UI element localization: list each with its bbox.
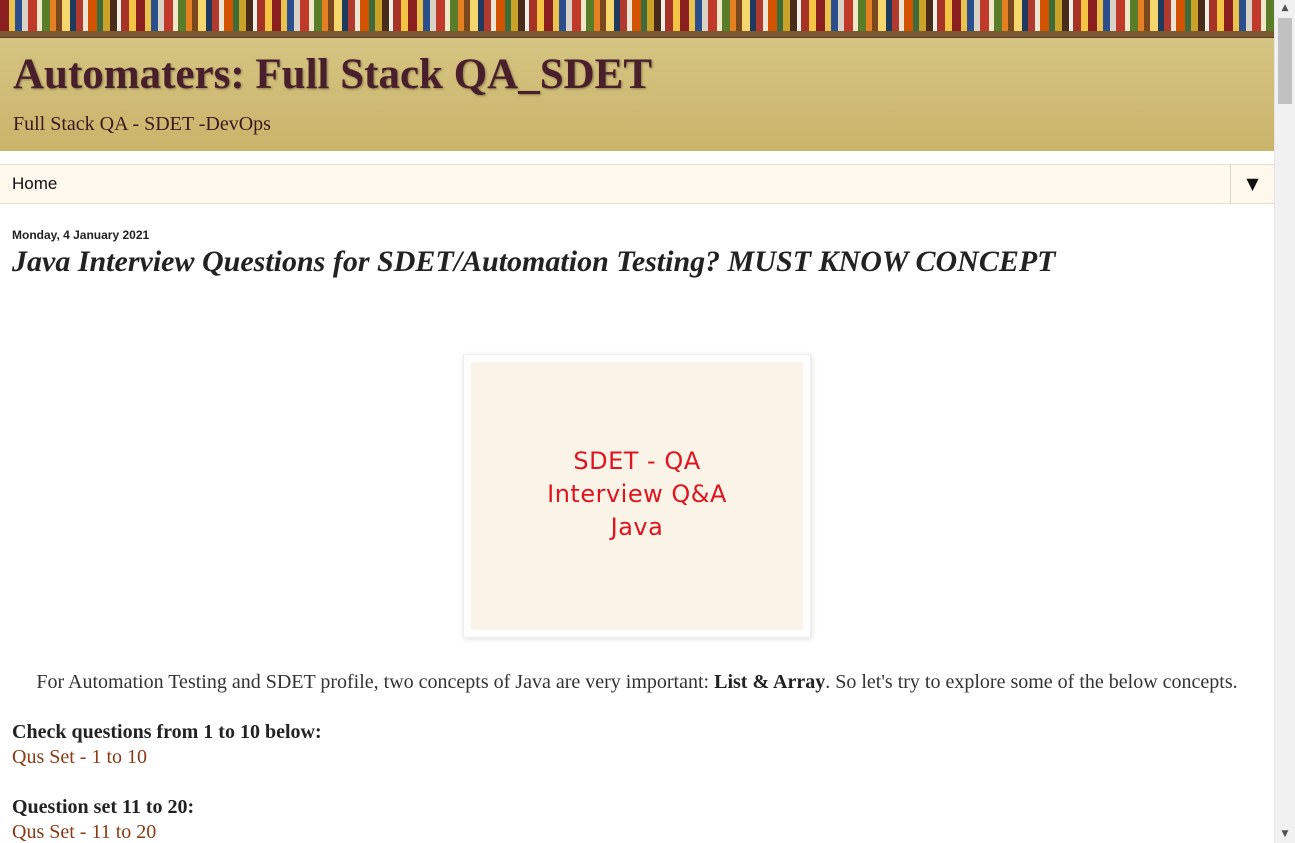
nav-dropdown-icon[interactable]: ▼	[1230, 165, 1274, 203]
question-set-link[interactable]: Qus Set - 11 to 20	[12, 821, 156, 843]
nav-bar: Home ▼	[0, 164, 1274, 204]
question-section-2: Question set 11 to 20: Qus Set - 11 to 2…	[12, 795, 194, 843]
image-line-2: Interview Q&A	[547, 479, 727, 508]
intro-text-start: For Automation Testing and SDET profile,…	[36, 671, 715, 693]
blog-page: Automaters: Full Stack QA_SDET Full Stac…	[0, 0, 1274, 843]
question-section-1: Check questions from 1 to 10 below: Qus …	[12, 720, 322, 770]
scrollbar-thumb[interactable]	[1278, 18, 1292, 104]
post-title[interactable]: Java Interview Questions for SDET/Automa…	[12, 242, 1056, 282]
blog-header: Automaters: Full Stack QA_SDET Full Stac…	[0, 38, 1274, 151]
intro-text-end: . So let's try to explore some of the be…	[825, 671, 1238, 693]
header-books-banner	[0, 0, 1274, 38]
nav-home-link[interactable]: Home	[12, 165, 57, 203]
blog-description: Full Stack QA - SDET -DevOps	[13, 113, 271, 135]
scroll-down-icon[interactable]: ▼	[1275, 826, 1295, 843]
image-line-1: SDET - QA	[573, 446, 701, 475]
question-set-link[interactable]: Qus Set - 1 to 10	[12, 746, 147, 768]
scroll-up-icon[interactable]: ▲	[1275, 0, 1295, 17]
intro-bold-text: List & Array	[714, 671, 826, 693]
section-heading: Check questions from 1 to 10 below:	[12, 721, 322, 743]
featured-image-text: SDET - QA Interview Q&A Java	[547, 445, 727, 544]
post-featured-image[interactable]: SDET - QA Interview Q&A Java	[463, 354, 811, 638]
post-date: Monday, 4 January 2021	[12, 228, 150, 242]
blog-title[interactable]: Automaters: Full Stack QA_SDET	[13, 50, 1274, 100]
section-heading: Question set 11 to 20:	[12, 796, 195, 818]
post-intro-paragraph: For Automation Testing and SDET profile,…	[12, 670, 1262, 695]
vertical-scrollbar[interactable]: ▲ ▼	[1274, 0, 1295, 843]
featured-image-canvas: SDET - QA Interview Q&A Java	[471, 362, 803, 630]
image-line-3: Java	[610, 512, 664, 541]
